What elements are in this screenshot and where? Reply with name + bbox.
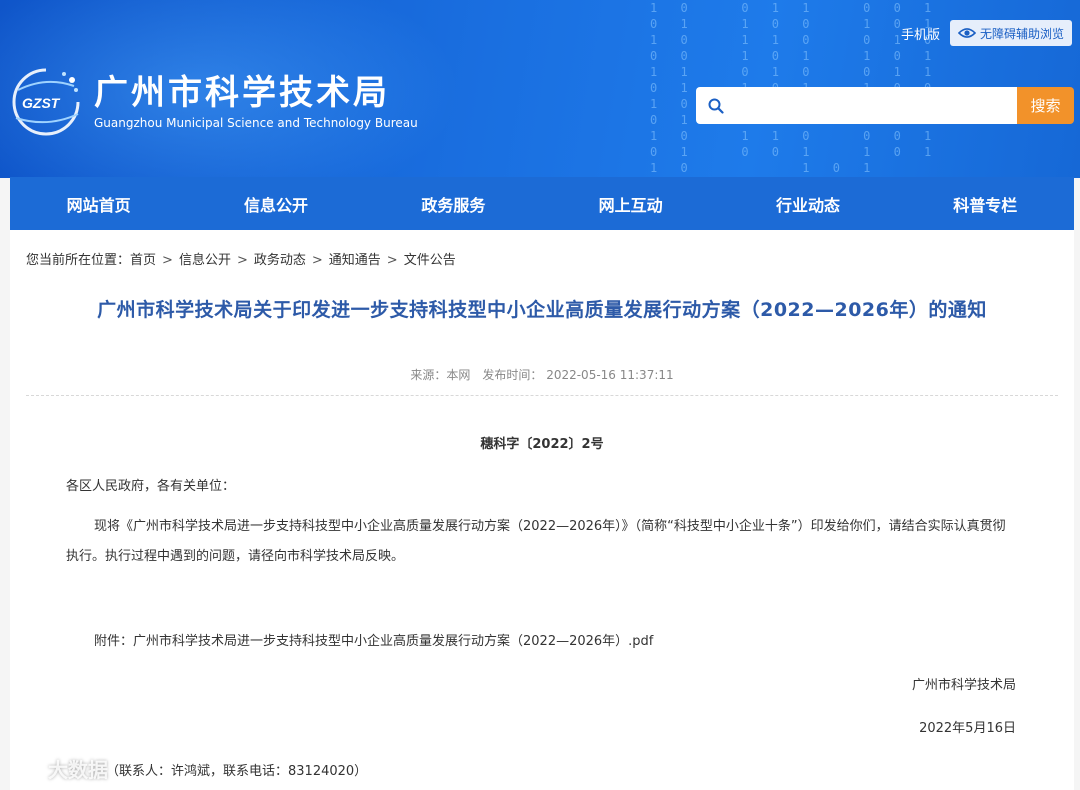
accessibility-button[interactable]: 无障碍辅助浏览 [949,20,1072,46]
nav-item-gov-services[interactable]: 政务服务 [365,177,542,230]
contact-info: （联系人：许鸿斌，联系电话：83124020） [106,764,368,779]
search-bar: 搜索 [696,87,1074,124]
search-input[interactable] [732,87,1017,124]
site-logo[interactable]: GZST 广州市科学技术局 Guangzhou Municipal Scienc… [8,66,418,138]
main-nav: 网站首页 信息公开 政务服务 网上互动 行业动态 科普专栏 [10,177,1074,230]
breadcrumb-link-gov-news[interactable]: 政务动态 [254,253,306,268]
search-icon [708,98,724,114]
breadcrumb-prefix: 您当前所在位置： [26,253,131,268]
document-number: 穗科字〔2022〕2号 [480,437,604,452]
breadcrumb-separator: > [386,253,398,268]
watermark-logo-icon [10,760,47,777]
nav-item-info-disclosure[interactable]: 信息公开 [187,177,364,230]
divider [26,395,1058,396]
document-date: 2022年5月16日 [919,721,1016,736]
attachment-link[interactable]: 附件：广州市科学技术局进一步支持科技型中小企业高质量发展行动方案（2022—20… [94,627,653,657]
nav-item-industry-news[interactable]: 行业动态 [719,177,896,230]
article-body: 现将《广州市科学技术局进一步支持科技型中小企业高质量发展行动方案（2022—20… [66,519,1006,564]
breadcrumb-link-announcements[interactable]: 文件公告 [404,253,456,268]
mobile-version-link[interactable]: 手机版 [901,24,940,43]
article-title: 广州市科学技术局关于印发进一步支持科技型中小企业高质量发展行动方案（2022—2… [97,299,987,321]
gzst-logo-icon: GZST [8,66,84,138]
breadcrumb-link-home[interactable]: 首页 [130,253,156,268]
breadcrumb-separator: > [162,253,173,268]
watermark-text: 大数据 [48,758,108,782]
article-content: 您当前所在位置：首页 > 信息公开 > 政务动态 > 通知通告 > 文件公告 广州市科学技术局关… [10,230,1074,790]
breadcrumb-separator: > [236,253,248,268]
nav-item-science-column[interactable]: 科普专栏 [897,177,1074,230]
breadcrumb: 您当前所在位置：首页 > 信息公开 > 政务动态 > 通知通告 > 文件公告 [26,249,456,268]
svg-text:GZST: GZST [22,95,61,111]
eye-icon [957,28,976,38]
article-source: 来源：本网 [410,368,471,382]
breadcrumb-separator: > [311,253,323,268]
accessibility-label: 无障碍辅助浏览 [979,26,1064,41]
nav-item-home[interactable]: 网站首页 [10,177,187,230]
nav-item-online-interaction[interactable]: 网上互动 [542,177,719,230]
watermark: 大数据 [8,754,108,783]
search-button[interactable]: 搜索 [1017,87,1074,124]
site-header: 1 0 0 1 1 0 0 1 0 1 1 0 0 1 0 1 1 0 1 1 … [0,0,1080,178]
breadcrumb-link-notices[interactable]: 通知通告 [329,253,381,268]
article-meta: 来源：本网 发布时间： 2022-05-16 11:37:11 [10,366,1074,383]
signature: 广州市科学技术局 [911,678,1016,693]
salutation: 各区人民政府，各有关单位： [66,479,236,494]
breadcrumb-link-info[interactable]: 信息公开 [179,253,231,268]
site-name-en: Guangzhou Municipal Science and Technolo… [94,116,418,130]
article-publish-time: 发布时间： 2022-05-16 11:37:11 [482,368,674,382]
site-name-cn: 广州市科学技术局 [94,73,390,113]
